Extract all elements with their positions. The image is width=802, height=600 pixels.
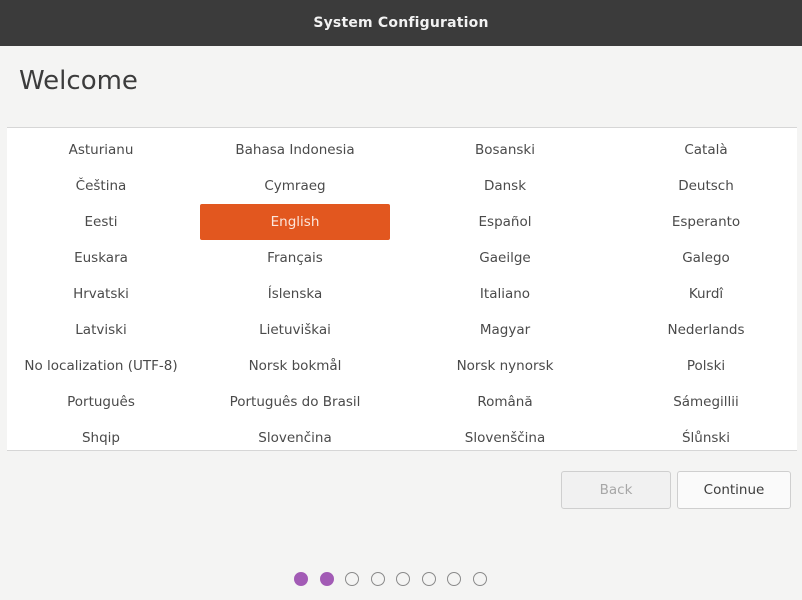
language-option-label: Esperanto [671, 214, 741, 230]
language-option[interactable]: Shqip [7, 420, 195, 456]
language-option-label: Gaeilge [479, 250, 531, 266]
language-option-label: Norsk bokmål [248, 358, 342, 374]
language-option[interactable]: Norsk bokmål [195, 348, 395, 384]
language-option[interactable]: Português do Brasil [195, 384, 395, 420]
language-option[interactable]: Lietuviškai [195, 312, 395, 348]
language-option-label: Polski [686, 358, 726, 374]
progress-dot-complete [319, 572, 334, 586]
language-option-label: Español [478, 214, 532, 230]
progress-dot-pending [345, 572, 359, 586]
language-option[interactable]: Français [195, 240, 395, 276]
language-option-label: Norsk nynorsk [456, 358, 554, 374]
language-option-label: Íslenska [267, 286, 323, 302]
language-option[interactable]: Íslenska [195, 276, 395, 312]
language-option[interactable]: Català [615, 132, 797, 168]
language-option-label: Dansk [483, 178, 527, 194]
language-option-label: Nederlands [667, 322, 745, 338]
language-option[interactable]: Esperanto [615, 204, 797, 240]
language-option-label: No localization (UTF-8) [24, 358, 178, 374]
progress-dot-pending [447, 572, 461, 586]
language-option-label: English [200, 204, 390, 240]
language-option[interactable]: Dansk [395, 168, 615, 204]
language-option[interactable]: Italiano [395, 276, 615, 312]
back-button[interactable]: Back [561, 471, 671, 509]
language-option-label: Italiano [479, 286, 531, 302]
language-option-label: Latviski [75, 322, 127, 338]
language-option-label: Kurdî [688, 286, 724, 302]
language-option-label: Slovenščina [464, 430, 546, 446]
progress-dot-complete [294, 572, 308, 586]
language-option[interactable]: Latviski [7, 312, 195, 348]
language-option[interactable]: Cymraeg [195, 168, 395, 204]
language-option-label: Português do Brasil [229, 394, 361, 410]
language-option[interactable]: Slovenščina [395, 420, 615, 456]
language-option[interactable]: Slovenčina [195, 420, 395, 456]
language-option[interactable]: Deutsch [615, 168, 797, 204]
language-option[interactable]: Eesti [7, 204, 195, 240]
language-option[interactable]: Português [7, 384, 195, 420]
language-option[interactable]: No localization (UTF-8) [7, 348, 195, 384]
language-option-label: Română [477, 394, 533, 410]
language-option-label: Shqip [81, 430, 120, 446]
language-option[interactable]: Čeština [7, 168, 195, 204]
language-list: Asturianu Bahasa Indonesia Bosanski Català Č… [7, 127, 797, 451]
progress-dot-pending [396, 572, 410, 586]
language-option[interactable]: Bahasa Indonesia [195, 132, 395, 168]
language-option-label: Euskara [74, 250, 128, 266]
language-option[interactable]: Sámegillii [615, 384, 797, 420]
page-title: Welcome [19, 66, 138, 96]
language-option[interactable]: Español [395, 204, 615, 240]
language-option[interactable]: Ślůnski [615, 420, 797, 456]
progress-dots [294, 572, 487, 586]
language-option[interactable]: Gaeilge [395, 240, 615, 276]
language-option[interactable]: Magyar [395, 312, 615, 348]
window-title: System Configuration [313, 15, 489, 31]
language-option[interactable]: Nederlands [615, 312, 797, 348]
language-option[interactable]: Asturianu [7, 132, 195, 168]
language-option[interactable]: Norsk nynorsk [395, 348, 615, 384]
language-option-label: Cymraeg [264, 178, 326, 194]
language-option-selected[interactable]: English [195, 204, 395, 240]
language-option-label: Ślůnski [681, 430, 731, 446]
language-option-label: Sámegillii [673, 394, 739, 410]
progress-dot-pending [370, 572, 385, 586]
language-grid: Asturianu Bahasa Indonesia Bosanski Català Č… [7, 132, 797, 456]
language-option[interactable]: Română [395, 384, 615, 420]
language-option[interactable]: Kurdî [615, 276, 797, 312]
language-option-label: Bosanski [475, 142, 535, 158]
language-option-label: Català [684, 142, 728, 158]
language-option-label: Magyar [479, 322, 531, 338]
language-option[interactable]: Polski [615, 348, 797, 384]
language-option[interactable]: Euskara [7, 240, 195, 276]
language-option[interactable]: Hrvatski [7, 276, 195, 312]
system-configuration-window: System Configuration Welcome Asturianu Ba… [0, 0, 802, 600]
language-option-label: Français [267, 250, 323, 266]
language-option-label: Hrvatski [73, 286, 129, 302]
language-option-label: Português [67, 394, 135, 410]
language-option-label: Eesti [84, 214, 118, 230]
continue-button[interactable]: Continue [677, 471, 791, 509]
language-option-label: Bahasa Indonesia [235, 142, 355, 158]
progress-dot-pending [472, 572, 487, 586]
language-option-label: Lietuviškai [259, 322, 331, 338]
language-option-label: Asturianu [68, 142, 134, 158]
window-titlebar: System Configuration [0, 0, 802, 46]
language-option-label: Čeština [75, 178, 127, 194]
language-option[interactable]: Galego [615, 240, 797, 276]
language-option-label: Galego [682, 250, 730, 266]
language-option-label: Deutsch [678, 178, 734, 194]
language-option-label: Slovenčina [258, 430, 332, 446]
language-option[interactable]: Bosanski [395, 132, 615, 168]
progress-dot-pending [421, 572, 436, 586]
